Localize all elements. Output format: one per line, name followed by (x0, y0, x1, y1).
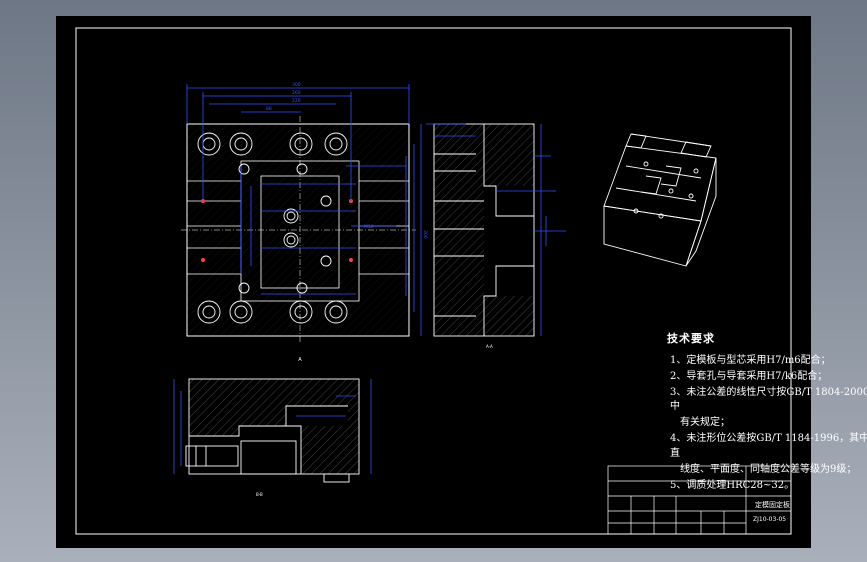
section-view: B-B (173, 378, 372, 497)
svg-text:300: 300 (422, 230, 428, 239)
note-line: 1、定模板与型芯采用H7/m6配合； (670, 355, 831, 366)
note-line: 4、未注形位公差按GB/T 1184-1996，其中 (670, 433, 867, 444)
svg-text:260: 260 (292, 90, 301, 96)
top-view: 300 260 220 88 300 M10 A (181, 82, 428, 363)
note-line: 5、调质处理HRC28~32。 (670, 480, 795, 491)
note-line: 中 (670, 401, 680, 412)
drawing-sheet: 300 260 220 88 300 M10 A A-A B-B 技术要求 1、… (56, 16, 867, 548)
svg-text:220: 220 (292, 98, 301, 104)
note-line: 直 (670, 448, 680, 459)
side-view-label: A-A (486, 344, 493, 349)
isometric-view (603, 133, 717, 267)
part-name: 定模固定板 (755, 501, 790, 509)
drawing-frame (75, 27, 792, 535)
note-line: 2、导套孔与导套采用H7/k6配合； (670, 371, 828, 382)
svg-text:M10: M10 (364, 224, 374, 230)
note-line: 3、未注公差的线性尺寸按GB/T 1804-2000 (670, 387, 867, 398)
drawing-number: ZJ10-03-05 (753, 516, 787, 523)
svg-text:A: A (298, 357, 302, 363)
section-view-label: B-B (256, 492, 263, 497)
note-line: 有关规定； (680, 417, 730, 428)
svg-text:300: 300 (292, 82, 301, 88)
note-line: 线度、平面度、同轴度公差等级为9级； (680, 464, 857, 475)
svg-text:88: 88 (266, 106, 272, 112)
notes-title: 技术要求 (667, 332, 715, 345)
side-view: A-A (426, 123, 566, 349)
